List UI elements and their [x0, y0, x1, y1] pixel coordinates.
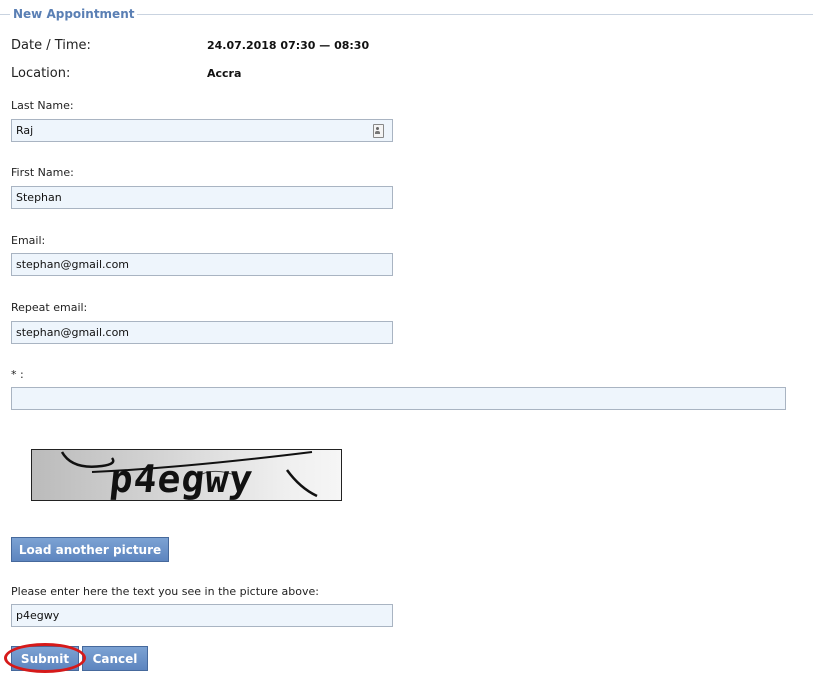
- captcha-input[interactable]: p4egwy: [11, 604, 393, 627]
- repeat-email-field[interactable]: stephan@gmail.com: [11, 321, 393, 344]
- submit-highlight-ring: [4, 643, 86, 673]
- contact-card-icon[interactable]: [373, 124, 384, 138]
- captcha-text: p4egwy: [107, 457, 256, 501]
- cancel-button[interactable]: Cancel: [82, 646, 148, 671]
- location-value: Accra: [207, 67, 242, 80]
- date-time-label: Date / Time:: [11, 38, 91, 53]
- last-name-field[interactable]: Raj: [11, 119, 393, 142]
- first-name-field[interactable]: Stephan: [11, 186, 393, 209]
- captcha-image: p4egwy: [31, 449, 342, 501]
- load-another-picture-button[interactable]: Load another picture: [11, 537, 169, 562]
- date-time-value: 24.07.2018 07:30 — 08:30: [207, 39, 370, 52]
- location-label: Location:: [11, 66, 71, 81]
- last-name-label: Last Name:: [11, 99, 74, 112]
- captcha-prompt-label: Please enter here the text you see in th…: [11, 585, 319, 598]
- last-name-value: Raj: [16, 124, 34, 137]
- required-field-label: * :: [11, 368, 24, 381]
- repeat-email-label: Repeat email:: [11, 301, 88, 314]
- form-legend: New Appointment: [10, 7, 138, 21]
- first-name-label: First Name:: [11, 166, 74, 179]
- required-field[interactable]: [11, 387, 786, 410]
- email-label: Email:: [11, 234, 46, 247]
- email-field[interactable]: stephan@gmail.com: [11, 253, 393, 276]
